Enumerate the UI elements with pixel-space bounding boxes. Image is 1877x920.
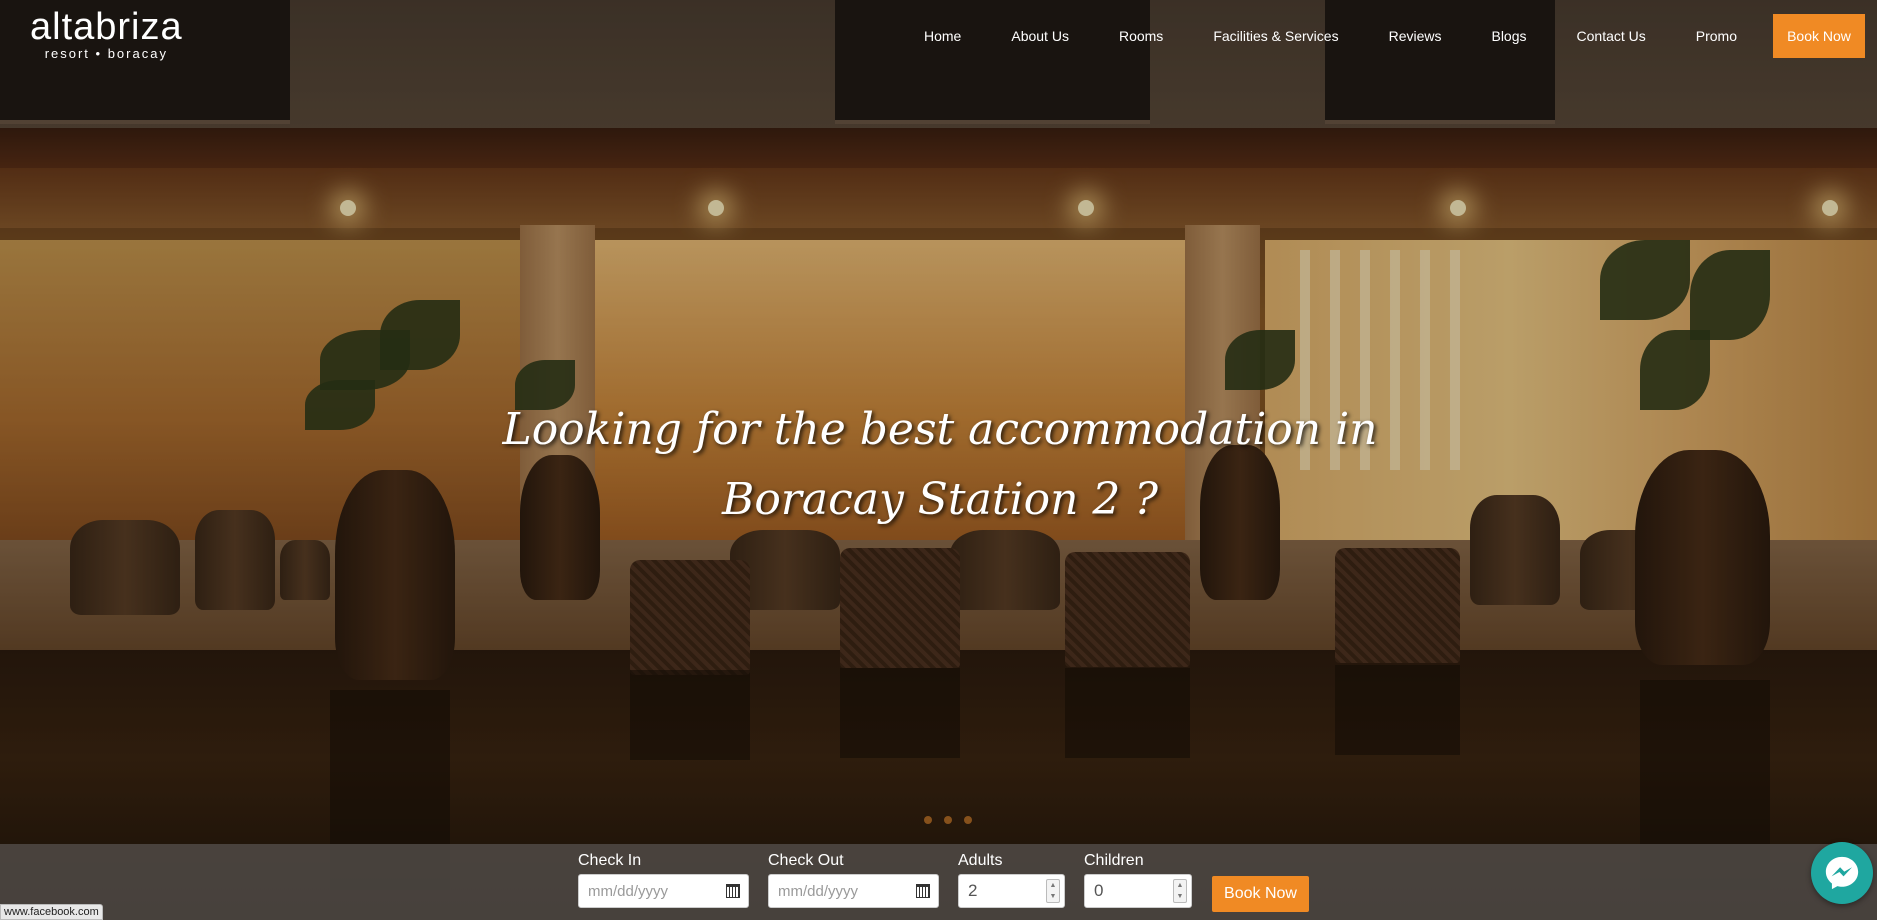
check-out-label: Check Out <box>768 852 844 869</box>
logo-tagline: resort • boracay <box>44 46 168 61</box>
adults-field: Adults 2 ▲ ▼ <box>958 850 1065 908</box>
main-nav: Home About Us Rooms Facilities & Service… <box>899 14 1865 58</box>
check-in-label: Check In <box>578 852 642 869</box>
nav-item-about-us[interactable]: About Us <box>986 14 1094 58</box>
adults-label: Adults <box>958 852 1003 869</box>
nav-item-blogs[interactable]: Blogs <box>1466 14 1551 58</box>
check-out-input[interactable]: mm/dd/yyyy <box>768 874 939 908</box>
status-bar-url: www.facebook.com <box>0 904 103 920</box>
hero-headline-line-1: Looking for the best accommodation in <box>502 404 1378 455</box>
nav-book-now-button[interactable]: Book Now <box>1773 14 1865 58</box>
children-input[interactable]: 0 ▲ ▼ <box>1084 874 1192 908</box>
adults-input[interactable]: 2 ▲ ▼ <box>958 874 1065 908</box>
booking-bar: Check In mm/dd/yyyy Check Out mm/dd/yyyy… <box>0 844 1877 920</box>
messenger-icon <box>1825 856 1859 890</box>
booking-submit-button[interactable]: Book Now <box>1212 876 1309 912</box>
check-out-field: Check Out mm/dd/yyyy <box>768 850 939 908</box>
logo-wordmark: altabriza <box>30 6 183 48</box>
messenger-chat-button[interactable] <box>1811 842 1873 904</box>
nav-item-rooms[interactable]: Rooms <box>1094 14 1188 58</box>
nav-item-promo[interactable]: Promo <box>1671 14 1762 58</box>
slider-dots <box>924 816 972 824</box>
number-spinner-icon[interactable]: ▲ ▼ <box>1173 879 1187 903</box>
check-out-placeholder: mm/dd/yyyy <box>778 882 859 900</box>
nav-item-reviews[interactable]: Reviews <box>1364 14 1467 58</box>
children-field: Children 0 ▲ ▼ <box>1084 850 1192 908</box>
hero-headline: Looking for the best accommodation in Bo… <box>440 395 1440 535</box>
nav-item-contact-us[interactable]: Contact Us <box>1552 14 1671 58</box>
nav-item-home[interactable]: Home <box>899 14 986 58</box>
calendar-icon[interactable] <box>726 884 740 898</box>
nav-item-facilities-services[interactable]: Facilities & Services <box>1188 14 1363 58</box>
check-in-input[interactable]: mm/dd/yyyy <box>578 874 749 908</box>
slider-dot[interactable] <box>944 816 952 824</box>
slider-dot[interactable] <box>964 816 972 824</box>
check-in-field: Check In mm/dd/yyyy <box>578 850 749 908</box>
calendar-icon[interactable] <box>916 884 930 898</box>
slider-dot[interactable] <box>924 816 932 824</box>
check-in-placeholder: mm/dd/yyyy <box>588 882 669 900</box>
number-spinner-icon[interactable]: ▲ ▼ <box>1046 879 1060 903</box>
site-logo[interactable]: altabriza resort • boracay <box>30 8 183 61</box>
children-label: Children <box>1084 852 1144 869</box>
children-value: 0 <box>1094 881 1104 900</box>
adults-value: 2 <box>968 881 978 900</box>
hero-headline-line-2: Boracay Station 2 ? <box>721 474 1158 525</box>
